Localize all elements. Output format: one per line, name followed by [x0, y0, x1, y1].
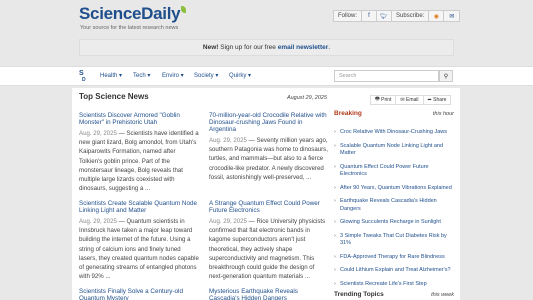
share-button[interactable]: ➦ Share: [424, 96, 451, 104]
sd-logo-s: S: [79, 70, 84, 77]
email-label: Email: [406, 97, 419, 103]
logo-science: Science: [79, 4, 142, 23]
list-item[interactable]: Scientists Recreate Life's First Step: [334, 281, 456, 289]
logo-daily: Daily: [141, 4, 181, 23]
breaking-timeframe: this hour: [432, 111, 454, 117]
article-tools: 🖶︎ Print ✉ Email ➦ Share: [370, 95, 452, 105]
leaf-icon: [181, 6, 187, 13]
print-label: Print: [381, 97, 392, 103]
print-button[interactable]: 🖶︎ Print: [371, 96, 397, 104]
newsletter-link[interactable]: email newsletter: [278, 44, 329, 51]
story-text: Scientists have identified a new giant l…: [79, 130, 199, 193]
story-card: Mysterious Earthquake Reveals Cascadia's…: [209, 288, 329, 300]
follow-subscribe-bar: Follow: f 🐦︎ Subscribe: ◉ ✉: [333, 10, 461, 22]
nav-tech[interactable]: Tech ▾: [133, 72, 150, 79]
breaking-heading: Breaking: [334, 110, 362, 117]
main-nav: SD Health ▾ Tech ▾ Enviro ▾ Society ▾ Qu…: [0, 66, 533, 86]
story-title[interactable]: Scientists Finally Solve a Century-old Q…: [79, 288, 199, 300]
story-card: Scientists Discover Armored "Goblin Mons…: [79, 112, 199, 193]
list-item[interactable]: 3 Simple Tweaks That Cut Diabetes Risk b…: [334, 233, 456, 248]
newsletter-text: Sign up for our free: [218, 44, 278, 51]
story-date: Aug. 29, 2025: [209, 218, 247, 225]
story-title[interactable]: Mysterious Earthquake Reveals Cascadia's…: [209, 288, 329, 300]
search-icon: ⚲: [443, 73, 449, 80]
list-item[interactable]: After 90 Years, Quantum Vibrations Expla…: [334, 185, 456, 193]
story-date: Aug. 29, 2025: [209, 137, 247, 144]
story-date: Aug. 29, 2025: [79, 130, 117, 137]
tagline: Your source for the latest research news: [80, 25, 179, 31]
subscribe-label: Subscribe:: [392, 11, 430, 21]
story-summary: Aug. 29, 2025 — Scientists have identifi…: [79, 130, 199, 193]
share-label: Share: [433, 97, 447, 103]
list-item[interactable]: Could Lithium Explain and Treat Alzheime…: [334, 267, 456, 275]
search-button[interactable]: ⚲: [439, 70, 453, 82]
rss-icon[interactable]: ◉: [429, 11, 445, 21]
story-summary: Aug. 29, 2025 — Seventy million years ag…: [209, 137, 328, 181]
email-button[interactable]: ✉ Email: [396, 96, 424, 104]
list-item[interactable]: Quantum Effect Could Power Future Electr…: [334, 164, 456, 179]
story-text: Rice University physicists confirmed tha…: [209, 218, 326, 281]
trending-timeframe: this week: [431, 292, 454, 298]
story-title[interactable]: Scientists Create Scalable Quantum Node …: [79, 200, 199, 214]
list-item[interactable]: FDA-Approved Therapy for Rare Blindness: [334, 254, 456, 262]
newsletter-banner: New! Sign up for our free email newslett…: [79, 39, 454, 56]
facebook-icon[interactable]: f: [362, 11, 378, 21]
story-title[interactable]: A Strange Quantum Effect Could Power Fut…: [209, 200, 329, 214]
breaking-sidebar: 🖶︎ Print ✉ Email ➦ Share Breaking this h…: [334, 88, 460, 300]
follow-label: Follow:: [334, 11, 363, 21]
list-item[interactable]: Croc Relative With Dinosaur-Crushing Jaw…: [334, 129, 456, 137]
story-text: Quantum scientists in Innsbruck have tak…: [79, 218, 199, 281]
nav-quirky[interactable]: Quirky ▾: [229, 72, 251, 79]
breaking-list: Croc Relative With Dinosaur-Crushing Jaw…: [334, 129, 456, 294]
story-date: Aug. 29, 2025: [79, 218, 117, 225]
nav-enviro[interactable]: Enviro ▾: [162, 72, 184, 79]
trending-heading: Trending Topics: [334, 291, 384, 298]
list-item[interactable]: Scalable Quantum Node Linking Light and …: [334, 143, 456, 158]
story-title[interactable]: Scientists Discover Armored "Goblin Mons…: [79, 112, 199, 126]
top-news-panel: Top Science News August 29, 2025 Scienti…: [72, 88, 334, 300]
sd-logo-d: D: [82, 77, 86, 83]
newsletter-end: .: [328, 44, 331, 51]
search-input[interactable]: Search: [334, 70, 439, 82]
site-header: ScienceDaily Your source for the latest …: [0, 0, 533, 36]
story-card: A Strange Quantum Effect Could Power Fut…: [209, 200, 329, 281]
story-card: Scientists Create Scalable Quantum Node …: [79, 200, 199, 281]
story-summary: Aug. 29, 2025 — Quantum scientists in In…: [79, 218, 199, 281]
page-title: Top Science News: [79, 92, 149, 101]
site-logo[interactable]: ScienceDaily: [79, 4, 187, 24]
sd-logo-icon[interactable]: SD: [79, 70, 86, 83]
list-item[interactable]: Earthquake Reveals Cascadia's Hidden Dan…: [334, 198, 456, 213]
nav-health[interactable]: Health ▾: [100, 72, 122, 79]
share-icon: ➦: [427, 97, 432, 103]
story-card: Scientists Finally Solve a Century-old Q…: [79, 288, 199, 300]
story-title[interactable]: 70-million-year-old Crocodile Relative w…: [209, 112, 329, 133]
print-icon: 🖶︎: [375, 96, 380, 102]
story-summary: Aug. 29, 2025 — Rice University physicis…: [209, 218, 326, 281]
list-item[interactable]: Glowing Succulents Recharge in Sunlight: [334, 219, 456, 227]
envelope-icon: ✉: [400, 97, 405, 103]
email-icon[interactable]: ✉: [444, 11, 459, 21]
top-news-date: August 29, 2025: [286, 95, 327, 101]
nav-society[interactable]: Society ▾: [194, 72, 218, 79]
story-card: 70-million-year-old Crocodile Relative w…: [209, 112, 329, 182]
newsletter-new-label: New!: [202, 44, 219, 51]
twitter-icon[interactable]: 🐦︎: [377, 11, 393, 21]
